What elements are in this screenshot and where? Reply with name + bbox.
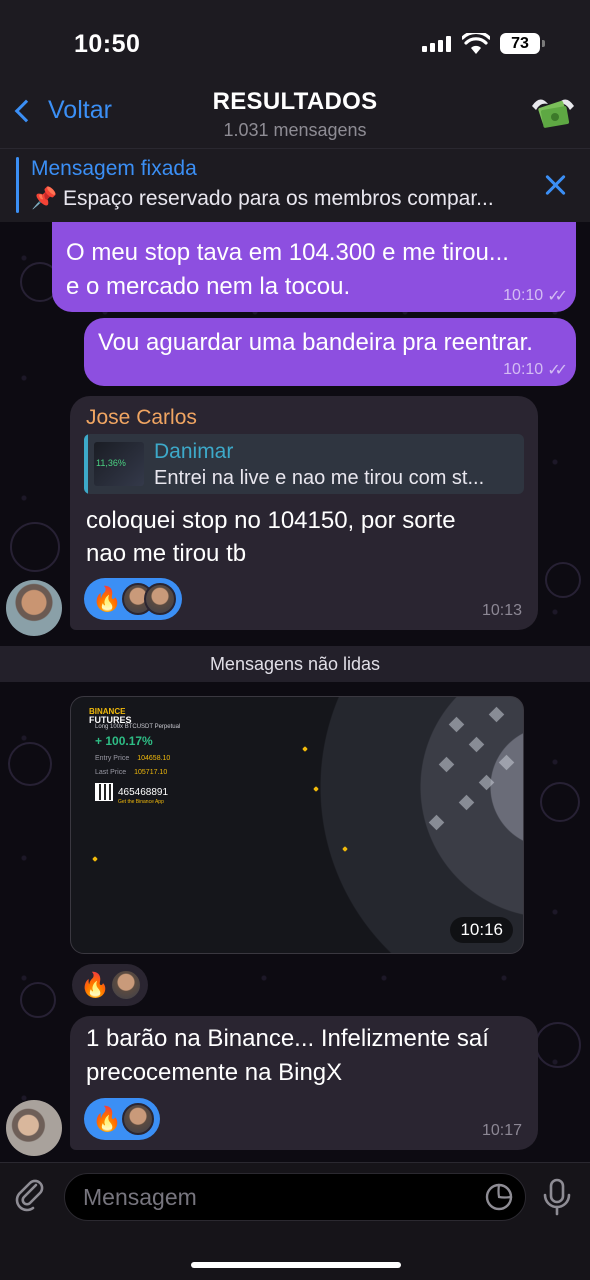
last-label: Last Price xyxy=(95,769,127,776)
reply-thumbnail: 11,36% xyxy=(94,442,144,486)
pinned-text: 📌 Espaço reservado para os membros compa… xyxy=(31,187,494,210)
reactor-avatar xyxy=(144,583,176,615)
pinned-label: Mensagem fixada xyxy=(31,157,197,180)
diamond-decoration xyxy=(498,754,515,771)
read-ticks-icon: ✓✓ xyxy=(547,288,568,305)
message-text-line2: nao me tirou tb xyxy=(86,540,247,567)
incoming-message[interactable]: 1 barão na Binance... Infelizmente saí p… xyxy=(70,1016,538,1150)
sender-name[interactable]: Jose Carlos xyxy=(86,406,197,430)
message-text-line2: e o mercado nem la tocou. xyxy=(66,273,351,300)
message-input[interactable] xyxy=(64,1173,526,1221)
mic-icon[interactable] xyxy=(542,1178,572,1216)
sparkle-decoration xyxy=(92,856,98,862)
sparkle-decoration xyxy=(342,846,348,852)
sparkle-decoration xyxy=(313,786,319,792)
reply-sender: Danimar xyxy=(154,440,234,463)
message-text-line2: precocemente na BingX xyxy=(86,1059,343,1086)
referral-code: 465468891 xyxy=(118,787,169,798)
cellular-signal-icon xyxy=(422,36,452,52)
pinned-accent-bar xyxy=(16,157,19,213)
pinned-message-bar[interactable]: Mensagem fixada 📌 Espaço reservado para … xyxy=(0,148,590,222)
reply-text: Entrei na live e nao me tirou com st... xyxy=(154,467,485,489)
reactor-avatar xyxy=(122,1103,154,1135)
reaction-pill[interactable]: 🔥 xyxy=(84,578,182,620)
entry-label: Entry Price xyxy=(95,755,130,762)
sparkle-decoration xyxy=(302,746,308,752)
money-wings-icon[interactable] xyxy=(530,92,576,132)
outgoing-message[interactable]: Vou aguardar uma bandeira pra reentrar. … xyxy=(84,318,576,386)
diamond-decoration xyxy=(468,736,485,753)
chat-header: Voltar RESULTADOS 1.031 mensagens xyxy=(0,80,590,148)
message-meta: 10:17 xyxy=(482,1122,522,1140)
entry-row: Entry Price 104658.10 xyxy=(95,755,170,762)
trade-pair: Long 100x BTCUSDT Perpetual xyxy=(95,724,181,730)
message-text-line1: O meu stop tava em 104.300 e me tirou... xyxy=(66,239,509,266)
last-row: Last Price 105717.10 xyxy=(95,769,167,776)
diamond-decoration xyxy=(478,774,495,791)
image-message[interactable]: BINANCE FUTURES Long 100x BTCUSDT Perpet… xyxy=(70,696,524,954)
reaction-pill[interactable]: 🔥 xyxy=(72,964,148,1006)
close-icon[interactable] xyxy=(544,173,568,197)
message-time: 10:13 xyxy=(481,602,522,619)
reactor-avatar xyxy=(110,969,142,1001)
reply-thumb-text: 11,36% xyxy=(96,458,126,468)
reaction-pill[interactable]: 🔥 xyxy=(84,1098,160,1140)
last-value: 105717.10 xyxy=(134,769,168,776)
chat-title: RESULTADOS xyxy=(212,88,378,115)
fire-reaction: 🔥 xyxy=(80,971,110,999)
outgoing-message[interactable]: O meu stop tava em 104.300 e me tirou...… xyxy=(52,222,576,312)
fire-reaction: 🔥 xyxy=(92,1105,122,1133)
chat-title-block[interactable]: RESULTADOS 1.031 mensagens xyxy=(0,88,590,141)
fire-reaction: 🔥 xyxy=(92,585,122,613)
diamond-decoration xyxy=(448,716,465,733)
incoming-message[interactable]: Jose Carlos 11,36% Danimar Entrei na liv… xyxy=(70,396,538,630)
message-meta: 10:10 ✓✓ xyxy=(503,360,568,380)
trade-pnl: + 100.17% xyxy=(95,734,153,748)
message-meta: 10:13 xyxy=(482,602,522,620)
image-time: 10:16 xyxy=(450,917,513,943)
diamond-decoration xyxy=(438,756,455,773)
unread-divider: Mensagens não lidas xyxy=(0,646,590,682)
diamond-decoration xyxy=(488,706,505,723)
diamond-decoration xyxy=(428,814,445,831)
wifi-icon xyxy=(462,33,490,54)
message-meta: 10:10 ✓✓ xyxy=(503,286,568,306)
diamond-decoration xyxy=(458,794,475,811)
avatar[interactable] xyxy=(6,1100,62,1156)
attach-icon[interactable] xyxy=(14,1179,48,1213)
battery-indicator: 73 xyxy=(500,33,545,54)
status-bar: 10:50 73 xyxy=(0,0,590,80)
status-time: 10:50 xyxy=(74,30,141,58)
message-time: 10:10 xyxy=(503,287,544,304)
avatar[interactable] xyxy=(6,580,62,636)
sticker-icon[interactable] xyxy=(484,1182,514,1212)
message-text-line1: 1 barão na Binance... Infelizmente saí xyxy=(86,1025,489,1052)
read-ticks-icon: ✓✓ xyxy=(547,362,568,379)
message-count: 1.031 mensagens xyxy=(223,120,367,140)
app-link-text: Get the Binance App xyxy=(118,799,164,805)
message-text: Vou aguardar uma bandeira pra reentrar. xyxy=(98,329,533,356)
message-time: 10:10 xyxy=(503,361,544,378)
home-indicator xyxy=(191,1262,401,1268)
qr-code-icon xyxy=(95,783,113,801)
reply-accent-bar xyxy=(84,434,88,494)
message-text-line1: coloquei stop no 104150, por sorte xyxy=(86,507,456,534)
reply-preview[interactable]: 11,36% Danimar Entrei na live e nao me t… xyxy=(84,434,524,494)
binance-logo: BINANCE FUTURES xyxy=(89,707,132,725)
entry-value: 104658.10 xyxy=(137,755,171,762)
message-time: 10:17 xyxy=(481,1122,522,1139)
